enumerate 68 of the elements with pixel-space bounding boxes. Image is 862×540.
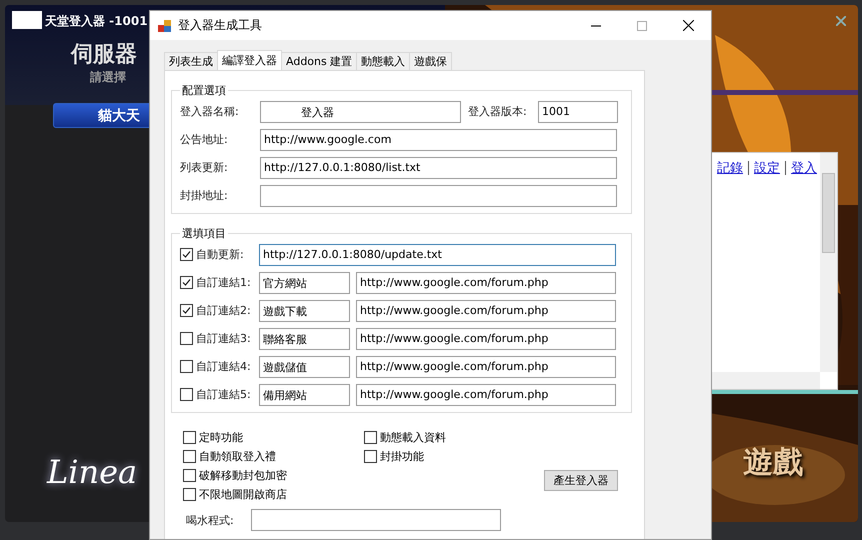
nav-link[interactable]: 登入 <box>791 159 817 177</box>
field-label: 公告地址: <box>180 132 229 147</box>
checkbox[interactable] <box>364 450 377 462</box>
checkbox[interactable] <box>183 450 196 462</box>
input-field[interactable]: http://127.0.0.1:8080/update.txt <box>259 244 616 266</box>
group-title: 選填項目 <box>181 226 227 241</box>
checkbox[interactable] <box>180 248 193 261</box>
field-label: 自訂連結5: <box>196 387 252 402</box>
input-field[interactable]: http://www.google.com/forum.php <box>356 272 616 294</box>
input-field[interactable]: 備用網站 <box>259 384 350 406</box>
checkbox[interactable] <box>183 488 196 500</box>
close-icon <box>682 20 694 31</box>
close-icon[interactable] <box>836 16 846 26</box>
checkbox[interactable] <box>180 332 193 345</box>
checkbox-label[interactable]: 定時功能 <box>183 429 364 445</box>
generate-button[interactable]: 產生登入器 <box>544 470 618 491</box>
nav-link[interactable]: 記錄 <box>717 159 743 177</box>
input-field[interactable]: 1001 <box>538 100 618 122</box>
input-field[interactable]: 遊戲儲值 <box>259 356 350 378</box>
input-field[interactable] <box>260 184 617 206</box>
input-field[interactable]: http://www.google.com <box>260 128 617 150</box>
app-icon <box>158 18 172 32</box>
logo: Linea <box>47 453 138 491</box>
input-field[interactable]: 登入器 <box>260 100 461 122</box>
input-field[interactable]: http://www.google.com/forum.php <box>356 328 616 350</box>
field-label: 列表更新: <box>180 160 229 175</box>
input-field[interactable]: http://www.google.com/forum.php <box>356 356 616 378</box>
window-title: 登入器生成工具 <box>178 17 263 34</box>
checkbox-label[interactable]: 不限地圖開啟商店 <box>183 486 364 502</box>
checkbox-label[interactable]: 自動領取登入禮 <box>183 448 364 464</box>
checkbox[interactable] <box>183 468 196 482</box>
tab[interactable]: 動態載入 <box>356 52 410 70</box>
input-field[interactable]: 聯絡客服 <box>259 328 350 350</box>
input-field[interactable]: http://127.0.0.1:8080/list.txt <box>260 156 617 178</box>
subtitle: 請選擇 <box>90 69 126 86</box>
field-label: 自訂連結3: <box>196 331 252 346</box>
checkbox[interactable] <box>183 430 196 444</box>
checkbox[interactable] <box>180 304 193 317</box>
tab[interactable]: 列表生成 <box>164 52 218 70</box>
field-label: 自訂連結4: <box>196 359 252 374</box>
maximize-icon <box>637 20 647 30</box>
input-field[interactable]: 官方網站 <box>259 272 350 294</box>
heading: 伺服器 <box>71 41 137 69</box>
checkbox[interactable] <box>180 388 193 401</box>
input-field[interactable]: http://www.google.com/forum.php <box>356 300 616 322</box>
checkbox-label[interactable]: 動態載入資料 <box>364 429 544 445</box>
checkbox-label[interactable]: 破解移動封包加密 <box>183 467 364 483</box>
field-label: 登入器版本: <box>468 104 528 119</box>
scrollbar[interactable] <box>820 153 837 372</box>
input-field[interactable]: 遊戲下載 <box>259 300 350 322</box>
checkbox-label[interactable]: 封掛功能 <box>364 448 544 464</box>
checkbox[interactable] <box>180 360 193 373</box>
redaction-mark <box>12 11 42 29</box>
field-label: 封掛地址: <box>180 188 229 203</box>
window-title: 天堂登入器 -1001 <box>45 13 148 30</box>
field-label: 喝水程式: <box>186 512 235 528</box>
nav-link[interactable]: 設定 <box>754 159 780 177</box>
group-title: 配置選項 <box>181 83 227 98</box>
tab[interactable]: 編譯登入器 <box>217 50 282 70</box>
field-label: 自動更新: <box>196 247 245 262</box>
input-field[interactable] <box>251 509 501 531</box>
field-label: 自訂連結2: <box>196 303 252 318</box>
field-label: 自訂連結1: <box>196 275 252 290</box>
tab[interactable]: 遊戲保 <box>409 52 452 70</box>
checkbox[interactable] <box>364 430 377 444</box>
banner-text: 遊戲 <box>743 444 803 482</box>
input-field[interactable]: http://www.google.com/forum.php <box>356 384 616 406</box>
checkbox[interactable] <box>180 276 193 289</box>
